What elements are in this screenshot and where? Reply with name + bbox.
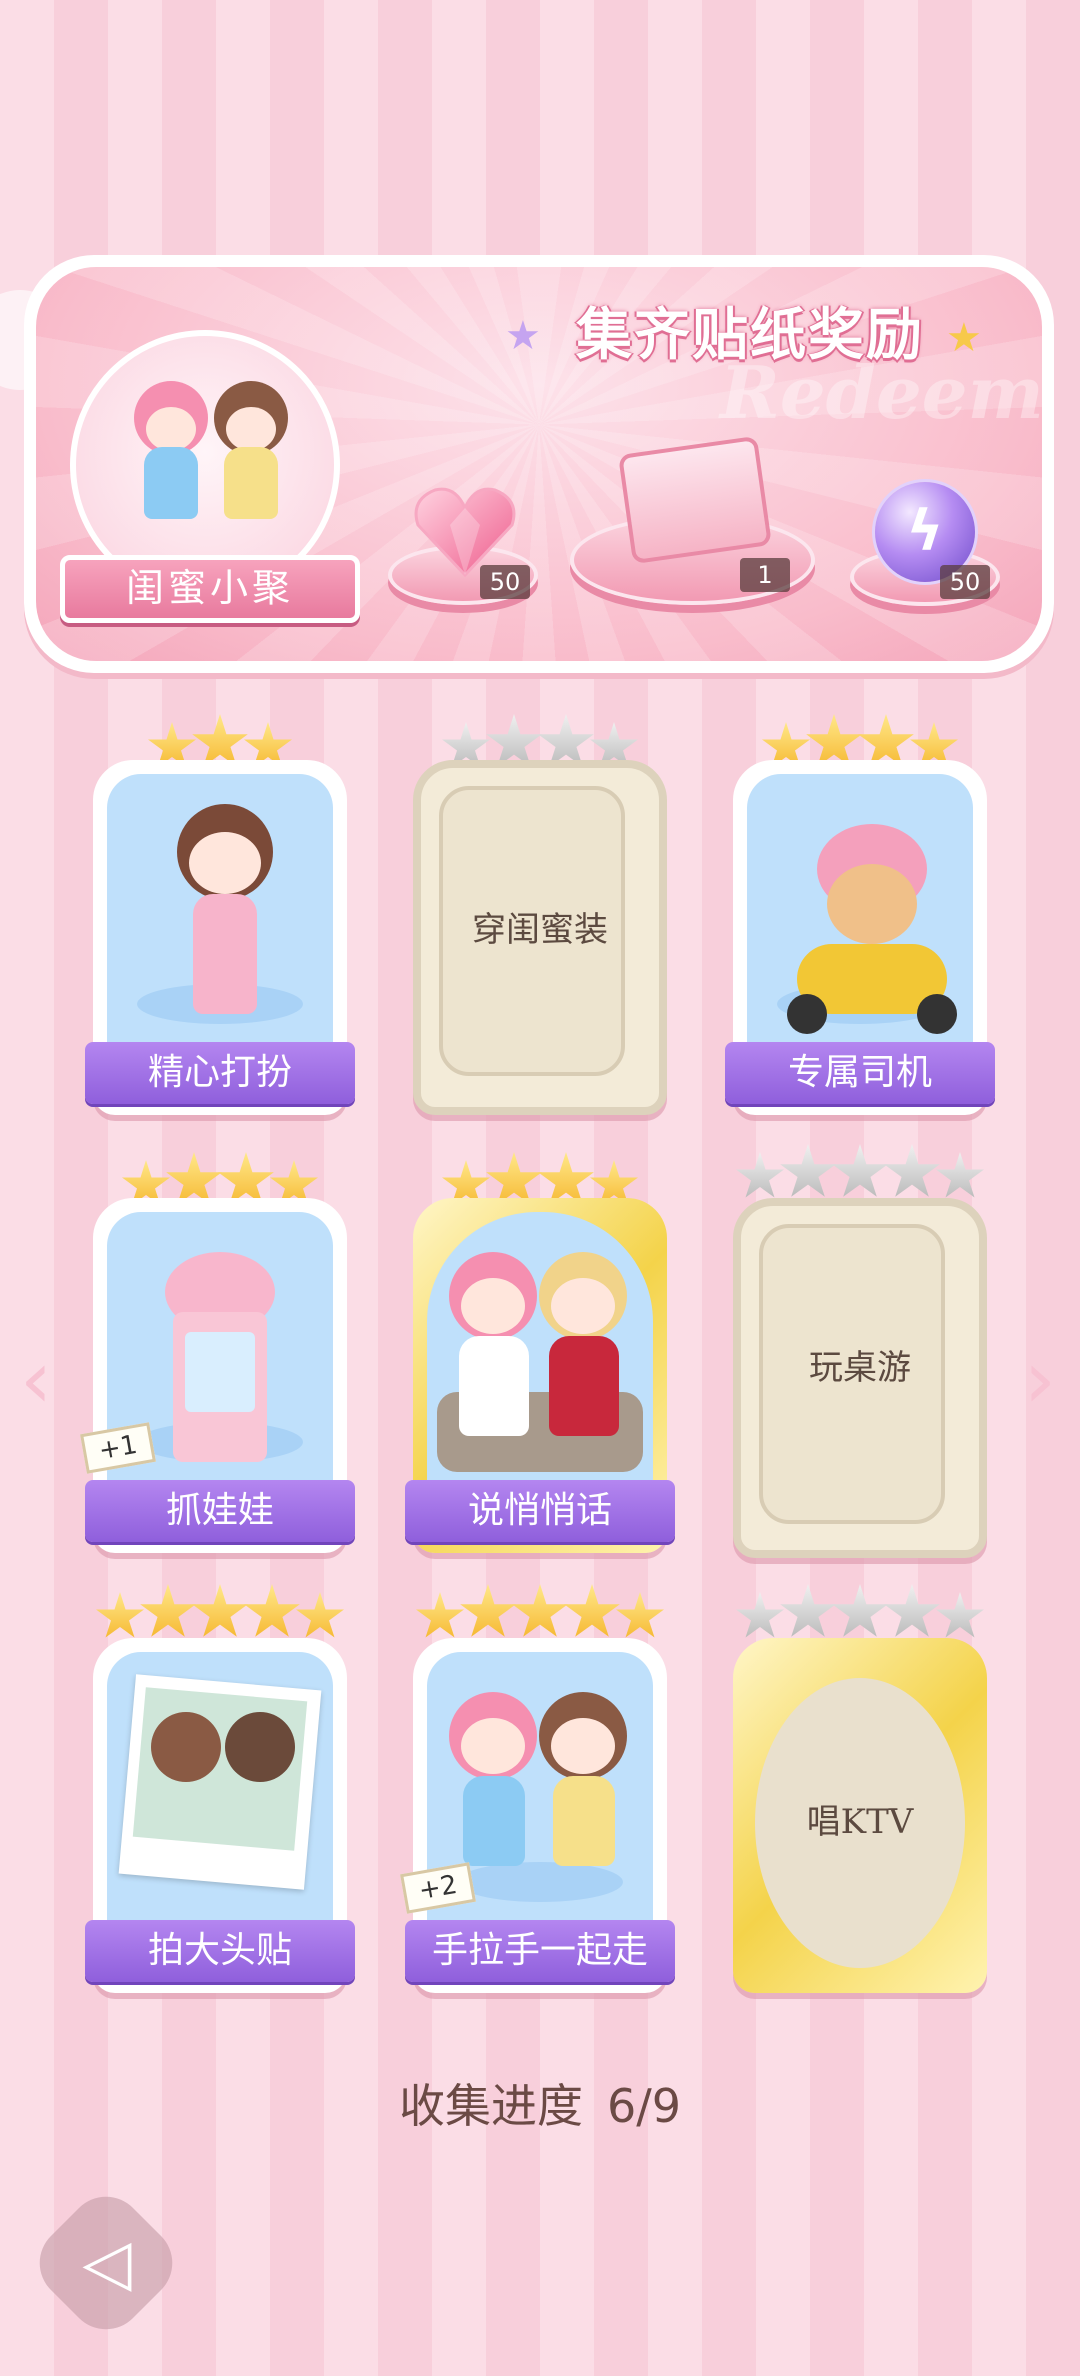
sticker-label: 拍大头贴: [85, 1920, 355, 1982]
sticker-locked-label: 穿闺蜜装: [472, 910, 608, 950]
sticker-image: [107, 1652, 333, 1942]
reward-count: 50: [940, 565, 990, 599]
sticker-label: 手拉手一起走: [405, 1920, 675, 1982]
girl-figure: [124, 381, 214, 561]
sticker-label: 专属司机: [725, 1042, 995, 1104]
gift-box-icon[interactable]: [618, 435, 772, 565]
star-icon: [780, 1144, 836, 1197]
star-icon: [884, 1144, 940, 1197]
sticker-image: [747, 774, 973, 1064]
sticker-card-zhuanshu-siji[interactable]: 专属司机: [725, 714, 995, 1115]
sticker-card-shou-la-shou[interactable]: 手拉手一起走 +2: [400, 1584, 675, 1993]
star-icon: [512, 1584, 568, 1637]
sticker-label: 精心打扮: [85, 1042, 355, 1104]
album-title-ribbon: 闺蜜小聚: [60, 555, 360, 623]
star-icon: [736, 1152, 784, 1198]
star-icon: [832, 1144, 888, 1197]
chevron-right-icon[interactable]: ›: [1020, 1340, 1060, 1420]
sticker-locked-label: 玩桌游: [809, 1348, 911, 1388]
sticker-image: [107, 774, 333, 1064]
sticker-card-zhua-wawa[interactable]: 抓娃娃 +1: [80, 1152, 355, 1553]
star-icon: [832, 1584, 888, 1637]
girl-figure: [204, 381, 294, 561]
sticker-card-jingxin-daban[interactable]: 精心打扮: [85, 714, 355, 1115]
star-decoration-icon: ★: [505, 313, 541, 359]
star-icon: [192, 1584, 248, 1637]
sticker-label: 抓娃娃: [85, 1480, 355, 1542]
sticker-label: 说悄悄话: [405, 1480, 675, 1542]
reward-count: 50: [480, 565, 530, 599]
back-icon[interactable]: ◁: [72, 2228, 142, 2298]
banner-title: 集齐贴纸奖励: [576, 303, 924, 368]
sticker-card-wan-zhuoyou[interactable]: 玩桌游: [733, 1144, 987, 1558]
progress-label: 收集进度: [398, 2079, 583, 2133]
star-icon: [616, 1592, 664, 1638]
progress-value: 6/9: [606, 2079, 682, 2133]
star-icon: [936, 1152, 984, 1198]
star-icon: [140, 1584, 196, 1637]
sticker-locked-label: 唱KTV: [806, 1802, 914, 1842]
star-icon: [780, 1584, 836, 1637]
star-icon: [96, 1592, 144, 1638]
star-icon: [416, 1592, 464, 1638]
chevron-left-icon[interactable]: ‹: [16, 1340, 56, 1420]
star-icon: [936, 1592, 984, 1638]
star-icon: [564, 1584, 620, 1637]
sticker-card-chuan-guimi-zhuang[interactable]: 穿闺蜜装: [413, 714, 667, 1115]
star-icon: [736, 1592, 784, 1638]
sticker-card-shuo-qiaoqiaohua[interactable]: 说悄悄话: [405, 1152, 675, 1553]
sticker-card-pai-datoutie[interactable]: 拍大头贴: [85, 1584, 355, 1993]
star-decoration-icon: ★: [946, 315, 982, 361]
sticker-card-chang-ktv[interactable]: 唱KTV: [733, 1584, 987, 1993]
sticker-image: [427, 1212, 653, 1502]
star-icon: [244, 1584, 300, 1637]
star-icon: [460, 1584, 516, 1637]
star-icon: [884, 1584, 940, 1637]
collection-progress: 收集进度 6/9: [0, 2070, 1080, 2136]
reward-count: 1: [740, 558, 790, 592]
star-icon: [296, 1592, 344, 1638]
